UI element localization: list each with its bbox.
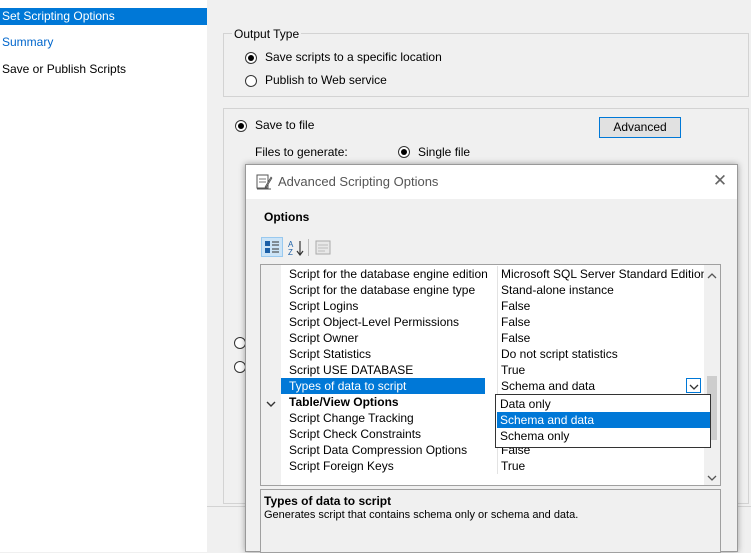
categorized-icon — [264, 240, 280, 254]
grid-scrollbar[interactable] — [704, 265, 720, 485]
output-type-label: Output Type — [232, 27, 302, 41]
chevron-down-icon — [689, 381, 699, 391]
nav-item-summary[interactable]: Summary — [0, 34, 207, 51]
grid-row[interactable]: Script Foreign Keys True — [261, 458, 704, 474]
dropdown-option-data-only[interactable]: Data only — [497, 396, 710, 412]
publish-web-radio[interactable] — [245, 75, 257, 87]
grid-row[interactable]: Script Logins False — [261, 298, 704, 314]
files-to-generate-label: Files to generate: — [255, 145, 348, 159]
advanced-scripting-dialog: Advanced Scripting Options ✕ Options A Z — [245, 164, 738, 553]
alphabetical-button[interactable]: A Z — [286, 238, 306, 257]
options-header: Options — [264, 210, 310, 224]
grid-row[interactable]: Script USE DATABASE True — [261, 362, 704, 378]
dialog-title: Advanced Scripting Options — [278, 174, 439, 189]
nav-item-set-scripting-options[interactable]: Set Scripting Options — [0, 8, 207, 25]
dropdown-option-schema-and-data[interactable]: Schema and data — [497, 412, 710, 428]
collapse-chevron-icon[interactable] — [266, 397, 276, 407]
close-icon[interactable]: ✕ — [710, 171, 730, 191]
property-grid: Script for the database engine edition Mi… — [260, 264, 721, 486]
scripting-wizard-icon — [255, 173, 273, 191]
grid-row[interactable]: Script for the database engine type Stand… — [261, 282, 704, 298]
save-location-label[interactable]: Save scripts to a specific location — [265, 50, 442, 64]
save-to-file-label[interactable]: Save to file — [255, 118, 314, 132]
description-title: Types of data to script — [264, 494, 392, 508]
grid-row[interactable]: Script Statistics Do not script statistic… — [261, 346, 704, 362]
categorized-button[interactable] — [261, 237, 283, 257]
grid-row[interactable]: Script Owner False — [261, 330, 704, 346]
grid-row[interactable]: Script for the database engine edition Mi… — [261, 266, 707, 282]
property-pages-button[interactable] — [313, 238, 333, 257]
toolbar-separator — [308, 239, 309, 256]
types-of-data-dropdown-list: Data only Schema and data Schema only — [495, 394, 711, 448]
grid-row-selected[interactable]: Types of data to script Schema and data — [261, 378, 704, 394]
save-to-file-radio[interactable] — [235, 120, 247, 132]
dropdown-button[interactable] — [686, 378, 701, 393]
description-text: Generates script that contains schema on… — [264, 509, 579, 521]
left-nav: Set Scripting Options Summary Save or Pu… — [0, 0, 207, 552]
scroll-down-icon[interactable] — [707, 471, 717, 481]
output-type-group — [223, 33, 749, 97]
publish-web-label[interactable]: Publish to Web service — [265, 73, 387, 87]
property-pages-icon — [315, 240, 331, 255]
save-location-radio[interactable] — [245, 52, 257, 64]
svg-text:Z: Z — [288, 248, 293, 256]
dropdown-option-schema-only[interactable]: Schema only — [497, 428, 710, 444]
single-file-radio[interactable] — [398, 146, 410, 158]
grid-row[interactable]: Script Object-Level Permissions False — [261, 314, 704, 330]
scroll-up-icon[interactable] — [707, 269, 717, 279]
description-panel: Types of data to script Generates script… — [260, 489, 721, 553]
advanced-button[interactable]: Advanced — [599, 117, 681, 138]
dialog-title-bar: Advanced Scripting Options ✕ — [246, 165, 737, 199]
single-file-label[interactable]: Single file — [418, 145, 470, 159]
sort-alphabetical-icon: A Z — [287, 239, 305, 257]
nav-item-save-or-publish[interactable]: Save or Publish Scripts — [0, 61, 207, 78]
